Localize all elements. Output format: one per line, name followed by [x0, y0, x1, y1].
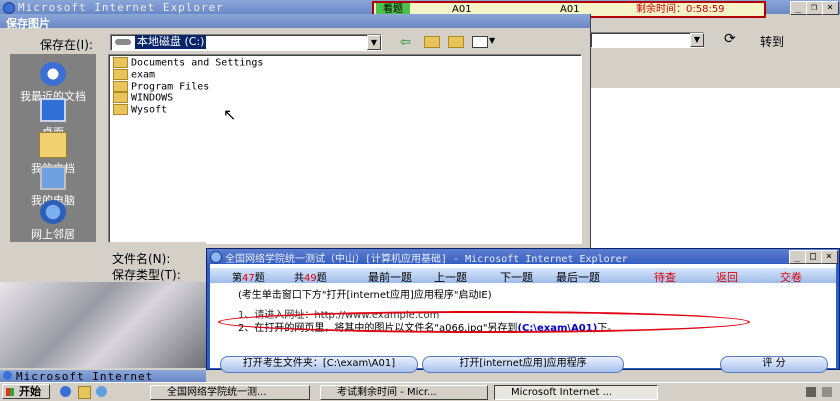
ie-logo-icon [3, 2, 15, 14]
save-in-dropdown-button[interactable]: ▼ [367, 35, 381, 50]
my-documents-icon [39, 132, 67, 158]
exam-content: 第47题 共49题 最前一题 上一题 下一题 最后一题 待查 返回 交卷 (考生… [210, 264, 836, 373]
place-network-places[interactable]: 网上邻居 [18, 200, 88, 242]
exam-window-title: 全国网络学院统一测试（中山）[计算机应用基础] - Microsoft Inte… [225, 254, 628, 265]
filetype-label: 保存类型(T): [112, 268, 181, 282]
tray-icon[interactable] [806, 387, 816, 397]
highlight-ellipse [218, 311, 750, 333]
first-question-button[interactable]: 最前一题 [368, 269, 412, 285]
taskbar: 开始 全国网络学院统一测... 考试剩余时间 - Micr... Microso… [0, 382, 840, 401]
restore-button[interactable]: ❐ [806, 1, 823, 15]
taskbar-item[interactable]: Microsoft Internet ... [494, 385, 658, 400]
desktop-icon [40, 98, 66, 122]
place-label: 网上邻居 [31, 228, 75, 241]
filename-label: 文件名(N): [112, 252, 171, 266]
remaining-time: 剩余时间：0:58:59 [636, 4, 725, 15]
drive-icon [115, 39, 131, 45]
save-in-label: 保存在(I): [40, 38, 93, 52]
windows-logo-icon [6, 388, 14, 396]
network-places-icon [40, 200, 66, 224]
close-button[interactable]: × [821, 250, 838, 264]
folder-icon [113, 104, 128, 115]
start-label: 开始 [19, 385, 41, 398]
quicklaunch-ie-icon[interactable] [60, 386, 71, 397]
save-dialog-title: 保存图片 [6, 17, 50, 30]
grade-button[interactable]: 评 分 [720, 356, 828, 373]
address-dropdown-button[interactable]: ▼ [690, 33, 704, 47]
minimize-button[interactable]: _ [790, 1, 807, 15]
folder-icon [113, 57, 128, 68]
places-bar: 我最近的文档 桌面 我的文档 我的电脑 网上邻居 [10, 54, 96, 242]
question-nav-bar: 第47题 共49题 最前一题 上一题 下一题 最后一题 待查 返回 交卷 [210, 268, 836, 285]
question-total: 共49题 [294, 273, 327, 284]
open-student-folder-button[interactable]: 打开考生文件夹：[C:\exam\A01] [220, 356, 418, 373]
views-menu-icon[interactable] [472, 36, 488, 48]
save-in-select[interactable]: 本地磁盘 (C:) ▼ [110, 34, 382, 51]
taskbar-item[interactable]: 全国网络学院统一测... [150, 385, 310, 400]
close-button[interactable]: × [822, 1, 839, 15]
tray-icon[interactable] [822, 387, 832, 397]
back-arrow-icon[interactable]: ⇦ [400, 35, 411, 50]
folder-icon [113, 69, 128, 80]
quicklaunch-media-icon[interactable] [96, 386, 107, 397]
pending-button[interactable]: 待查 [654, 269, 676, 285]
open-internet-app-button[interactable]: 打开[internet应用]应用程序 [422, 356, 624, 373]
ie-content-area [590, 88, 840, 256]
quicklaunch-app-icon[interactable] [78, 386, 91, 399]
ie-logo-icon [3, 371, 12, 380]
next-question-button[interactable]: 下一题 [500, 269, 533, 285]
folder-icon [113, 92, 128, 103]
my-computer-icon [40, 166, 66, 190]
background-picture [0, 282, 206, 368]
minimize-button[interactable]: _ [789, 250, 806, 264]
exam-window-title-bar: 全国网络学院统一测试（中山）[计算机应用基础] - Microsoft Inte… [207, 249, 839, 265]
goto-label[interactable]: 转到 [760, 33, 784, 50]
views-dropdown-icon[interactable]: ▼ [489, 36, 495, 45]
list-item[interactable]: WINDOWS [113, 92, 173, 104]
save-dialog: 保存图片 保存在(I): 本地磁盘 (C:) ▼ ⇦ ▼ 我最近的文档 桌面 我… [0, 14, 591, 256]
ie-address-area: ▼ ⟳ 转到 [590, 30, 840, 52]
save-dialog-title-bar: 保存图片 [0, 14, 590, 30]
recent-documents-icon [40, 62, 66, 86]
maximize-button[interactable]: □ [805, 250, 822, 264]
save-in-value: 本地磁盘 (C:) [135, 35, 207, 49]
address-bar-input[interactable] [590, 32, 704, 48]
exam-window: 全国网络学院统一测试（中山）[计算机应用基础] - Microsoft Inte… [206, 248, 840, 373]
list-item[interactable]: Program Files [113, 81, 209, 93]
question-instruction: (考生单击窗口下方"打开[internet应用]应用程序"启动IE) [238, 290, 492, 301]
go-arrow-icon[interactable]: ⟳ [724, 31, 736, 47]
taskbar-item[interactable]: 考试剩余时间 - Micr... [320, 385, 488, 400]
last-question-button[interactable]: 最后一题 [556, 269, 600, 285]
back-button[interactable]: 返回 [716, 269, 738, 285]
mouse-cursor-icon: ↖ [223, 105, 237, 124]
new-folder-icon[interactable] [448, 36, 464, 48]
background-window-title-bar[interactable]: Microsoft Internet Explor [0, 370, 206, 396]
filename-row: 文件名(N): 保存类型(T): [0, 242, 206, 282]
question-number: 第47题 [232, 273, 265, 284]
list-item[interactable]: Wysoft [113, 104, 167, 116]
up-folder-icon[interactable] [424, 36, 440, 48]
ie-logo-icon [210, 251, 222, 263]
prev-question-button[interactable]: 上一题 [434, 269, 467, 285]
submit-exam-button[interactable]: 交卷 [780, 269, 802, 285]
file-list[interactable]: Documents and Settings exam Program File… [108, 54, 582, 244]
list-item[interactable]: Documents and Settings [113, 57, 263, 69]
start-button[interactable]: 开始 [2, 384, 50, 399]
folder-icon [113, 81, 128, 92]
list-item[interactable]: exam [113, 69, 155, 81]
ie-window-title: Microsoft Internet Explorer [18, 1, 224, 14]
